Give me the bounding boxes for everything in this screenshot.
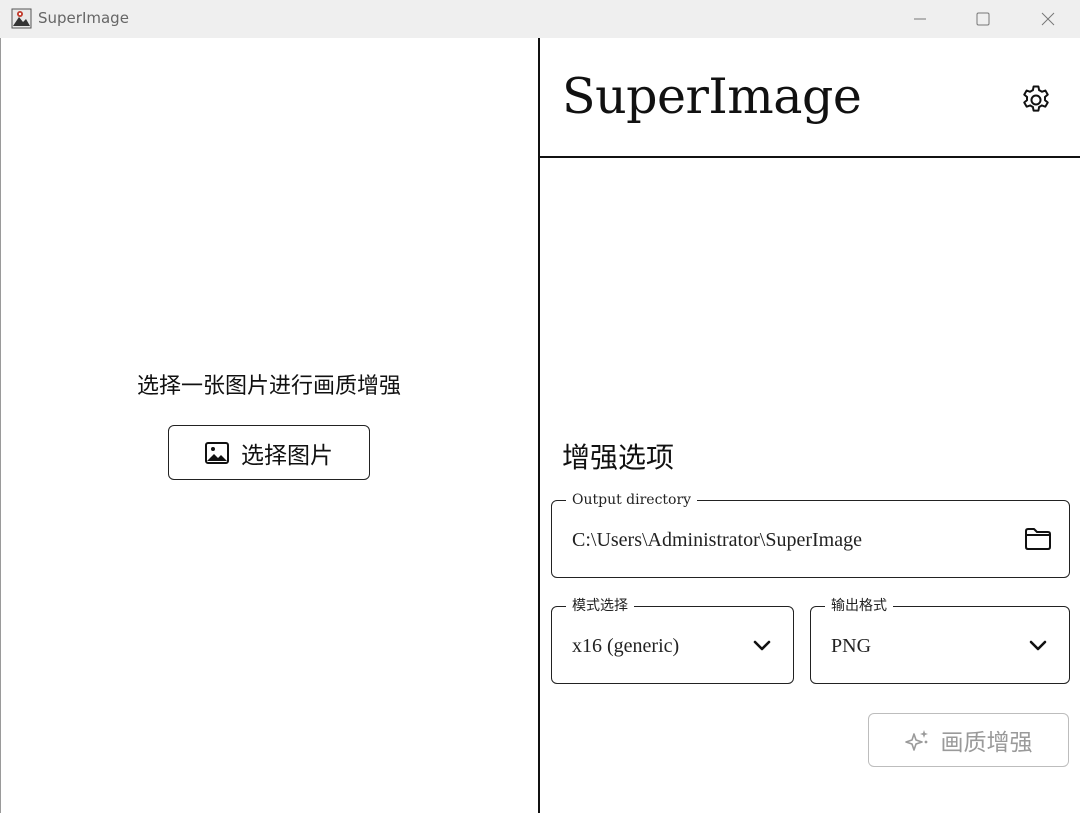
- folder-icon: [1025, 528, 1051, 550]
- mode-dropdown-toggle[interactable]: [751, 635, 773, 657]
- mode-select[interactable]: 模式选择 x16 (generic): [551, 597, 794, 684]
- select-image-prompt: 选择一张图片进行画质增强: [136, 374, 401, 399]
- sparkle-icon: [904, 730, 928, 751]
- app-logo-icon: [11, 8, 32, 29]
- enhance-button-label: 画质增强: [940, 730, 1033, 756]
- select-image-button-label: 选择图片: [241, 442, 333, 469]
- enhance-options-title: 增强选项: [562, 441, 675, 474]
- output-directory-field[interactable]: Output directory C:\Users\Administrator\…: [551, 491, 1070, 578]
- window-title: SuperImage: [38, 9, 129, 27]
- browse-folder-button[interactable]: [1023, 525, 1053, 553]
- close-icon: [1041, 12, 1055, 26]
- maximize-button[interactable]: [953, 0, 1013, 38]
- output-directory-value: C:\Users\Administrator\SuperImage: [572, 529, 862, 551]
- image-icon: [205, 441, 229, 464]
- settings-button[interactable]: [1018, 82, 1054, 118]
- mode-select-label: 模式选择: [566, 597, 634, 615]
- app-title: SuperImage: [562, 68, 862, 125]
- window-titlebar: SuperImage: [0, 0, 1080, 38]
- minimize-button[interactable]: [890, 0, 950, 38]
- options-pane: SuperImage 增强选项 Output directory C:\User…: [540, 38, 1080, 813]
- close-button[interactable]: [1018, 0, 1078, 38]
- format-dropdown-toggle[interactable]: [1027, 635, 1049, 657]
- minimize-icon: [914, 18, 926, 20]
- output-format-value: PNG: [831, 635, 872, 657]
- chevron-down-icon: [1029, 640, 1047, 651]
- enhance-button[interactable]: 画质增强: [868, 713, 1069, 767]
- maximize-icon: [976, 12, 990, 26]
- chevron-down-icon: [753, 640, 771, 651]
- output-format-select[interactable]: 输出格式 PNG: [810, 597, 1070, 684]
- gear-icon: [1023, 85, 1049, 112]
- output-format-label: 输出格式: [825, 597, 893, 615]
- mode-select-value: x16 (generic): [572, 635, 680, 657]
- header-divider: [540, 156, 1080, 158]
- window-left-edge: [0, 38, 1, 813]
- output-directory-label: Output directory: [566, 491, 698, 509]
- select-image-button[interactable]: 选择图片: [168, 425, 370, 480]
